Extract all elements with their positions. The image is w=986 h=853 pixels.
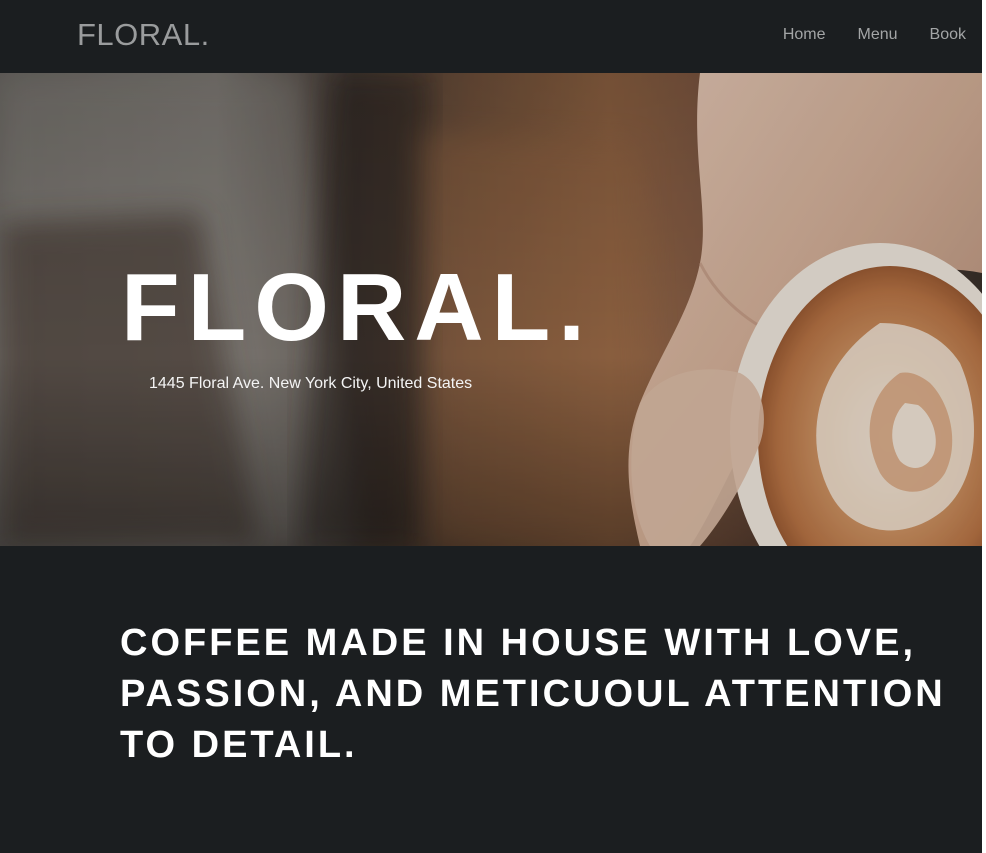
hero-title: FLORAL. [121,254,593,361]
nav-links: Home Menu Book [783,26,966,44]
nav-link-book[interactable]: Book [930,26,966,44]
hero-address: 1445 Floral Ave. New York City, United S… [149,375,473,392]
tagline-section: COFFEE MADE IN HOUSE WITH LOVE, PASSION,… [0,546,982,853]
nav-link-menu[interactable]: Menu [858,26,898,44]
tagline-heading: COFFEE MADE IN HOUSE WITH LOVE, PASSION,… [120,622,946,766]
nav-link-home[interactable]: Home [783,26,826,44]
page: FLORAL. Home Menu Book FLORAL. 1445 Flor… [0,0,982,853]
hero-section: FLORAL. 1445 Floral Ave. New York City, … [0,73,982,546]
brand-logo-link[interactable]: FLORAL. [77,17,210,53]
scrollbar-gutter [982,0,986,853]
navbar: FLORAL. Home Menu Book [0,0,982,73]
